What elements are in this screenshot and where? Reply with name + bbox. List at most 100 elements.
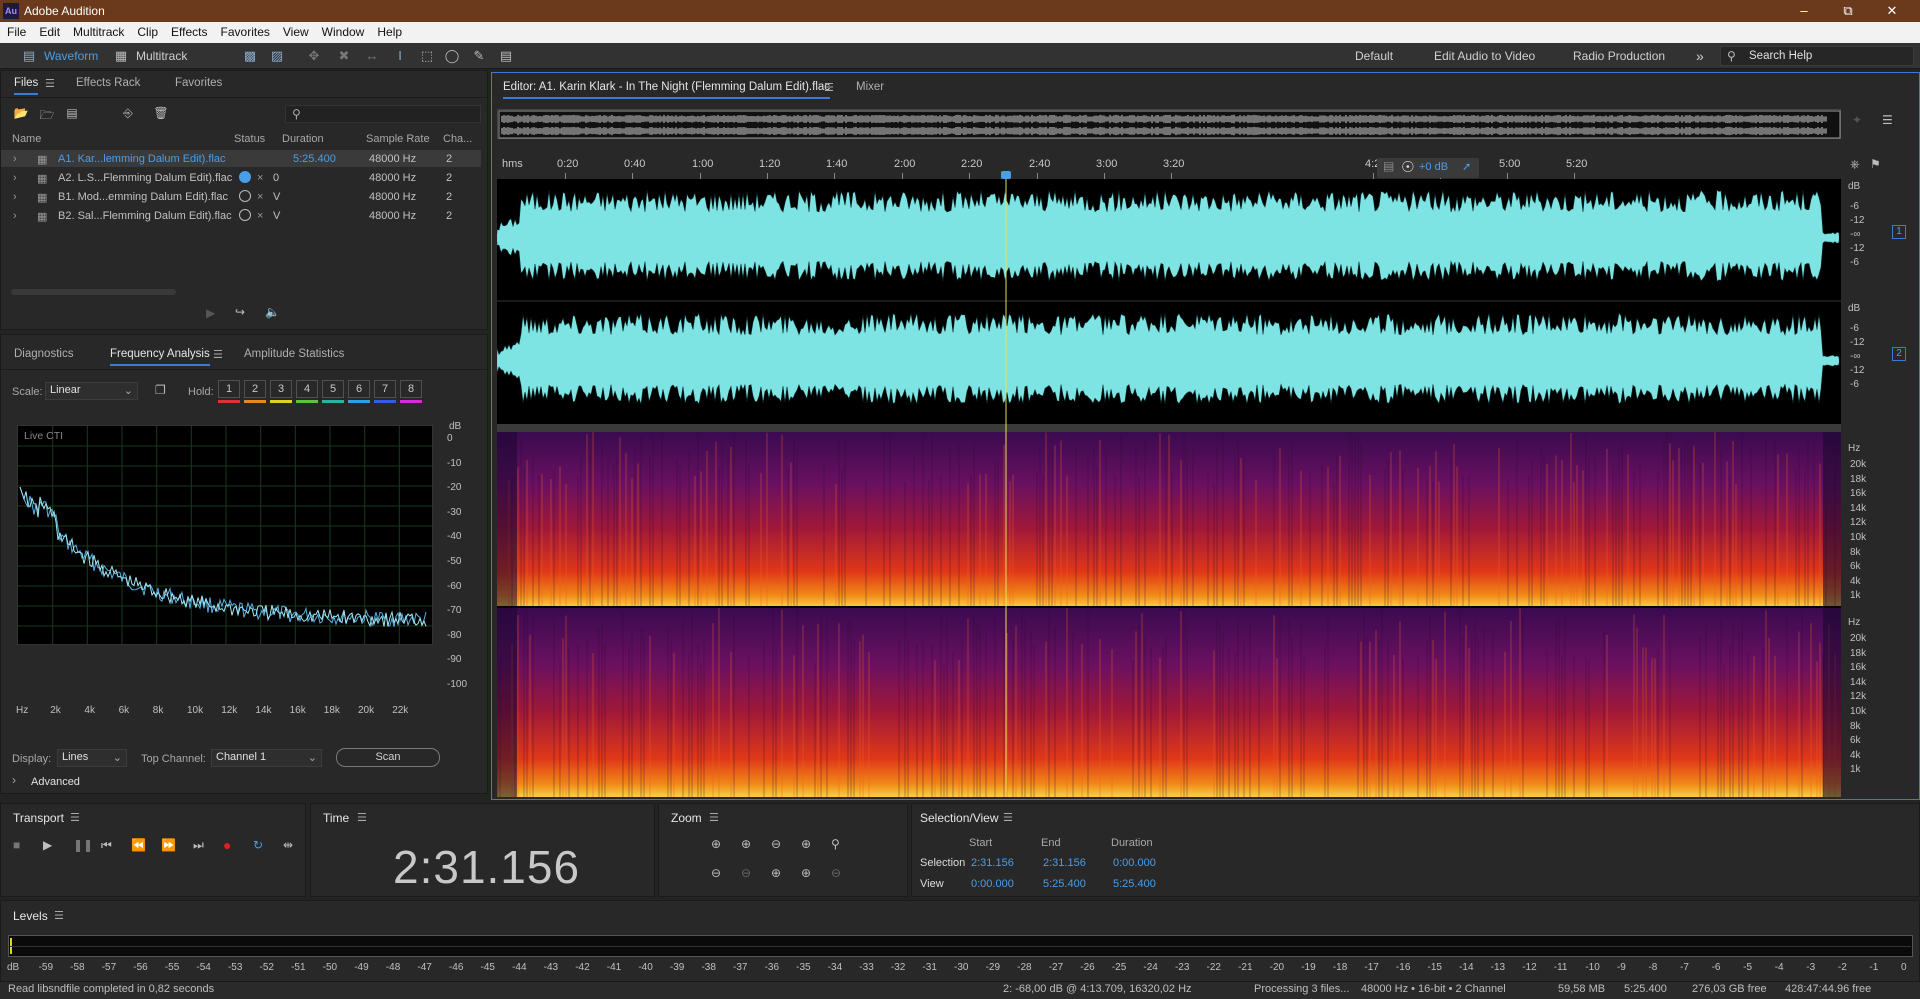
- workspace-default[interactable]: Default: [1355, 47, 1393, 65]
- marquee-tool-icon[interactable]: ⬚: [418, 48, 436, 64]
- workspace-edit-audio-to-video[interactable]: Edit Audio to Video: [1434, 47, 1535, 65]
- panel-menu-icon[interactable]: ☰: [357, 811, 367, 824]
- chevron-right-icon[interactable]: ›: [13, 210, 17, 222]
- rewind-icon[interactable]: ⏪: [131, 838, 146, 852]
- scan-button[interactable]: Scan: [336, 748, 440, 767]
- menu-window[interactable]: Window: [315, 22, 371, 39]
- menu-help[interactable]: Help: [370, 22, 408, 39]
- horizontal-scrollbar[interactable]: [11, 289, 176, 295]
- razor-tool-icon[interactable]: ✖: [335, 48, 353, 64]
- channel-1-badge[interactable]: 1: [1892, 225, 1906, 239]
- waveform-display[interactable]: [497, 179, 1841, 797]
- move-tool-icon[interactable]: ✥: [305, 48, 323, 64]
- autoplay-icon[interactable]: 🔈: [265, 305, 280, 319]
- minimize-icon[interactable]: –: [1784, 2, 1824, 20]
- col-sample-rate[interactable]: Sample Rate: [366, 133, 430, 145]
- channel-2-badge[interactable]: 2: [1892, 347, 1906, 361]
- panel-menu-icon[interactable]: ☰: [1003, 811, 1013, 824]
- table-row[interactable]: › ▦ A2. L.S...Flemming Dalum Edit).flac × 0 4…: [1, 170, 481, 187]
- close-icon[interactable]: ×: [257, 210, 263, 222]
- import-file-icon[interactable]: 🗁: [38, 106, 56, 127]
- play-preview-icon[interactable]: ▶: [206, 306, 215, 320]
- view-start[interactable]: 0:00.000: [971, 878, 1014, 890]
- tab-frequency-analysis[interactable]: Frequency Analysis: [110, 348, 210, 366]
- record-icon[interactable]: ●: [223, 837, 231, 853]
- chevron-right-icon[interactable]: ›: [13, 191, 17, 203]
- col-duration[interactable]: Duration: [282, 133, 324, 145]
- list-icon[interactable]: ☰: [1882, 113, 1893, 127]
- table-row[interactable]: › ▦ B2. Sal...Flemming Dalum Edit).flac × V 4…: [1, 208, 481, 225]
- chevron-right-icon[interactable]: ›: [12, 773, 16, 787]
- top-channel-select[interactable]: Channel 1 ⌄: [211, 749, 322, 767]
- play-icon[interactable]: ▶: [43, 838, 52, 852]
- volume-knob-icon[interactable]: ☉: [1401, 158, 1414, 176]
- more-workspaces-button[interactable]: »: [1696, 47, 1704, 65]
- menu-view[interactable]: View: [276, 22, 315, 39]
- menu-favorites[interactable]: Favorites: [214, 22, 276, 39]
- view-end[interactable]: 5:25.400: [1043, 878, 1086, 890]
- open-file-icon[interactable]: 📂: [12, 106, 30, 120]
- menu-edit[interactable]: Edit: [32, 22, 66, 39]
- menu-effects[interactable]: Effects: [164, 22, 213, 39]
- tab-diagnostics[interactable]: Diagnostics: [14, 348, 73, 360]
- tab-mixer[interactable]: Mixer: [856, 81, 884, 93]
- tab-editor[interactable]: Editor: A1. Karin Klark - In The Night (…: [503, 81, 831, 99]
- time-ruler[interactable]: hms 0:20 0:40 1:00 1:20 1:40 2:00 2:20 2:40 3:00…: [497, 155, 1841, 179]
- fast-forward-icon[interactable]: ⏩: [161, 838, 176, 852]
- panel-menu-icon[interactable]: ☰: [45, 77, 55, 90]
- menu-multitrack[interactable]: Multitrack: [66, 22, 130, 39]
- chevron-right-icon[interactable]: ›: [13, 172, 17, 184]
- menu-clip[interactable]: Clip: [130, 22, 164, 39]
- workspace-radio-production[interactable]: Radio Production: [1573, 47, 1665, 65]
- zoom-in-time-icon[interactable]: ⊕: [741, 837, 751, 851]
- new-file-icon[interactable]: ▤: [63, 106, 81, 120]
- panel-menu-icon[interactable]: ☰: [70, 811, 80, 824]
- lasso-tool-icon[interactable]: ◯: [443, 48, 461, 64]
- advanced-toggle[interactable]: Advanced: [31, 776, 80, 788]
- tab-files[interactable]: Files: [14, 77, 39, 95]
- zoom-in-amplitude-icon[interactable]: ⊕: [711, 837, 721, 851]
- zoom-out-amplitude-icon[interactable]: ⊖: [711, 866, 721, 880]
- loop-preview-icon[interactable]: ↪: [235, 305, 245, 319]
- hold-button-4[interactable]: 4: [296, 380, 318, 398]
- files-search-input[interactable]: ⚲: [285, 105, 481, 123]
- display-select[interactable]: Lines ⌄: [57, 749, 127, 767]
- loop-icon[interactable]: ↻: [253, 838, 263, 852]
- chevron-right-icon[interactable]: ›: [13, 153, 17, 165]
- col-channels[interactable]: Cha...: [443, 133, 472, 145]
- show-waveform-icon[interactable]: ▩: [241, 48, 259, 64]
- tab-amplitude-statistics[interactable]: Amplitude Statistics: [244, 348, 344, 360]
- skip-icon[interactable]: ⇹: [283, 838, 293, 852]
- search-help-input[interactable]: ⚲ Search Help: [1720, 46, 1914, 66]
- tab-effects-rack[interactable]: Effects Rack: [76, 77, 140, 89]
- hold-button-1[interactable]: 1: [218, 380, 240, 398]
- hold-button-8[interactable]: 8: [400, 380, 422, 398]
- selection-end[interactable]: 2:31.156: [1043, 857, 1086, 869]
- headphones-icon[interactable]: ⎈: [1850, 157, 1860, 172]
- zoom-icon[interactable]: ✦: [1852, 113, 1862, 127]
- selection-duration[interactable]: 0:00.000: [1113, 857, 1156, 869]
- zoom-to-in-icon[interactable]: ⊕: [771, 866, 781, 880]
- delete-icon[interactable]: 🗑: [152, 106, 170, 120]
- multitrack-button[interactable]: Multitrack: [136, 47, 187, 65]
- waveform-button[interactable]: Waveform: [44, 47, 98, 65]
- hold-button-5[interactable]: 5: [322, 380, 344, 398]
- zoom-out-time-icon[interactable]: ⊖: [741, 866, 751, 880]
- marker-icon[interactable]: ⚑: [1870, 157, 1881, 171]
- hold-button-2[interactable]: 2: [244, 380, 266, 398]
- scale-select[interactable]: Linear ⌄: [45, 382, 138, 400]
- view-duration[interactable]: 5:25.400: [1113, 878, 1156, 890]
- hold-button-3[interactable]: 3: [270, 380, 292, 398]
- close-icon[interactable]: ×: [257, 172, 263, 184]
- selection-start[interactable]: 2:31.156: [971, 857, 1014, 869]
- close-icon[interactable]: ✕: [1872, 2, 1912, 20]
- close-icon[interactable]: ×: [257, 191, 263, 203]
- spot-healing-tool-icon[interactable]: ▤: [497, 48, 515, 64]
- col-status[interactable]: Status: [234, 133, 265, 145]
- stop-icon[interactable]: ■: [13, 838, 20, 852]
- panel-menu-icon[interactable]: ☰: [54, 909, 64, 922]
- hud-volume[interactable]: ▤ ☉ +0 dB ➚: [1377, 158, 1479, 178]
- tab-favorites[interactable]: Favorites: [175, 77, 222, 89]
- next-icon[interactable]: ⏭: [193, 838, 204, 853]
- panel-menu-icon[interactable]: ☰: [709, 811, 719, 824]
